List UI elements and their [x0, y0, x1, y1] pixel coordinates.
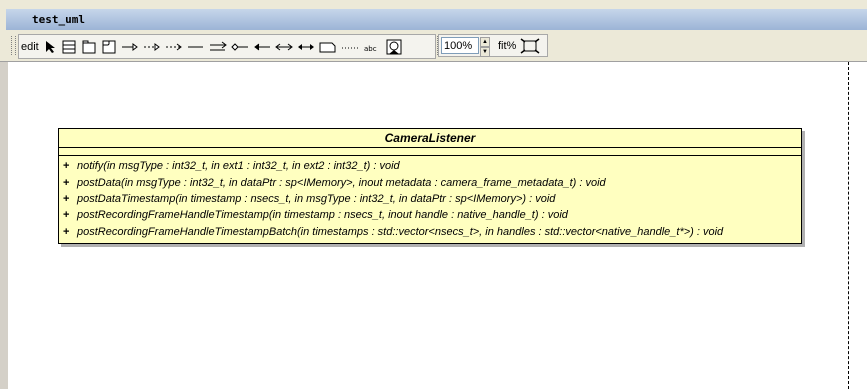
operation-signature: postRecordingFrameHandleTimestampBatch(i… [77, 225, 724, 238]
edit-button[interactable]: edit [19, 37, 41, 57]
tools-group: edit abc [18, 34, 436, 59]
directional-aggregation-icon[interactable] [207, 37, 229, 57]
visibility-marker: + [63, 192, 70, 205]
anchor-line-icon[interactable] [339, 37, 361, 57]
composition-icon[interactable] [295, 37, 317, 57]
image-icon[interactable] [383, 37, 405, 57]
generalisation-arrow-icon[interactable] [119, 37, 141, 57]
operation-row[interactable]: + postRecordingFrameHandleTimestampBatch… [59, 224, 801, 240]
visibility-marker: + [63, 160, 70, 173]
title-tab[interactable] [6, 9, 867, 30]
text-icon[interactable]: abc [361, 37, 383, 57]
uml-class-box[interactable]: CameraListener + notify(in msgType : int… [58, 128, 802, 244]
bidirectional-association-icon[interactable] [273, 37, 295, 57]
toolbar-grip[interactable] [11, 36, 16, 55]
page-boundary [848, 62, 849, 389]
svg-text:abc: abc [364, 45, 377, 53]
class-name: CameraListener [59, 129, 801, 148]
class-icon[interactable] [59, 37, 79, 57]
operation-row[interactable]: + postDataTimestamp(in timestamp : nsecs… [59, 191, 801, 207]
dependency-arrow-icon[interactable] [163, 37, 185, 57]
operation-signature: postRecordingFrameHandleTimestamp(in tim… [77, 209, 568, 222]
aggregation-icon[interactable] [229, 37, 251, 57]
operation-signature: postDataTimestamp(in timestamp : nsecs_t… [77, 192, 556, 205]
zoom-input[interactable]: 100% [441, 37, 479, 54]
operation-signature: notify(in msgType : int32_t, in ext1 : i… [77, 160, 400, 173]
operation-row[interactable]: + postRecordingFrameHandleTimestamp(in t… [59, 207, 801, 223]
operations-compartment: + notify(in msgType : int32_t, in ext1 :… [59, 156, 801, 243]
visibility-marker: + [63, 225, 70, 238]
realization-arrow-icon[interactable] [141, 37, 163, 57]
zoom-group: 100% ▲ ▼ fit% [438, 34, 548, 57]
zoom-spinner[interactable]: ▲ ▼ [480, 37, 490, 57]
select-arrow-icon[interactable] [41, 37, 59, 57]
operation-row[interactable]: + notify(in msgType : int32_t, in ext1 :… [59, 158, 801, 174]
association-line-icon[interactable] [185, 37, 207, 57]
operation-row[interactable]: + postData(in msgType : int32_t, in data… [59, 174, 801, 190]
spinner-up-icon[interactable]: ▲ [480, 37, 490, 47]
attributes-compartment [59, 148, 801, 156]
directional-association-icon[interactable] [251, 37, 273, 57]
package-icon[interactable] [79, 37, 99, 57]
fragment-icon[interactable] [99, 37, 119, 57]
fit-button[interactable]: fit% [496, 36, 518, 56]
operation-signature: postData(in msgType : int32_t, in dataPt… [77, 176, 606, 189]
window-titlebar: test_uml [0, 0, 867, 30]
fit-window-icon[interactable] [518, 36, 542, 56]
visibility-marker: + [63, 176, 70, 189]
spinner-down-icon[interactable]: ▼ [480, 47, 490, 57]
note-icon[interactable] [317, 37, 339, 57]
diagram-toolbar: edit abc 100% ▲ ▼ fit% [0, 30, 867, 62]
window-title: test_uml [32, 13, 85, 26]
visibility-marker: + [63, 209, 70, 222]
